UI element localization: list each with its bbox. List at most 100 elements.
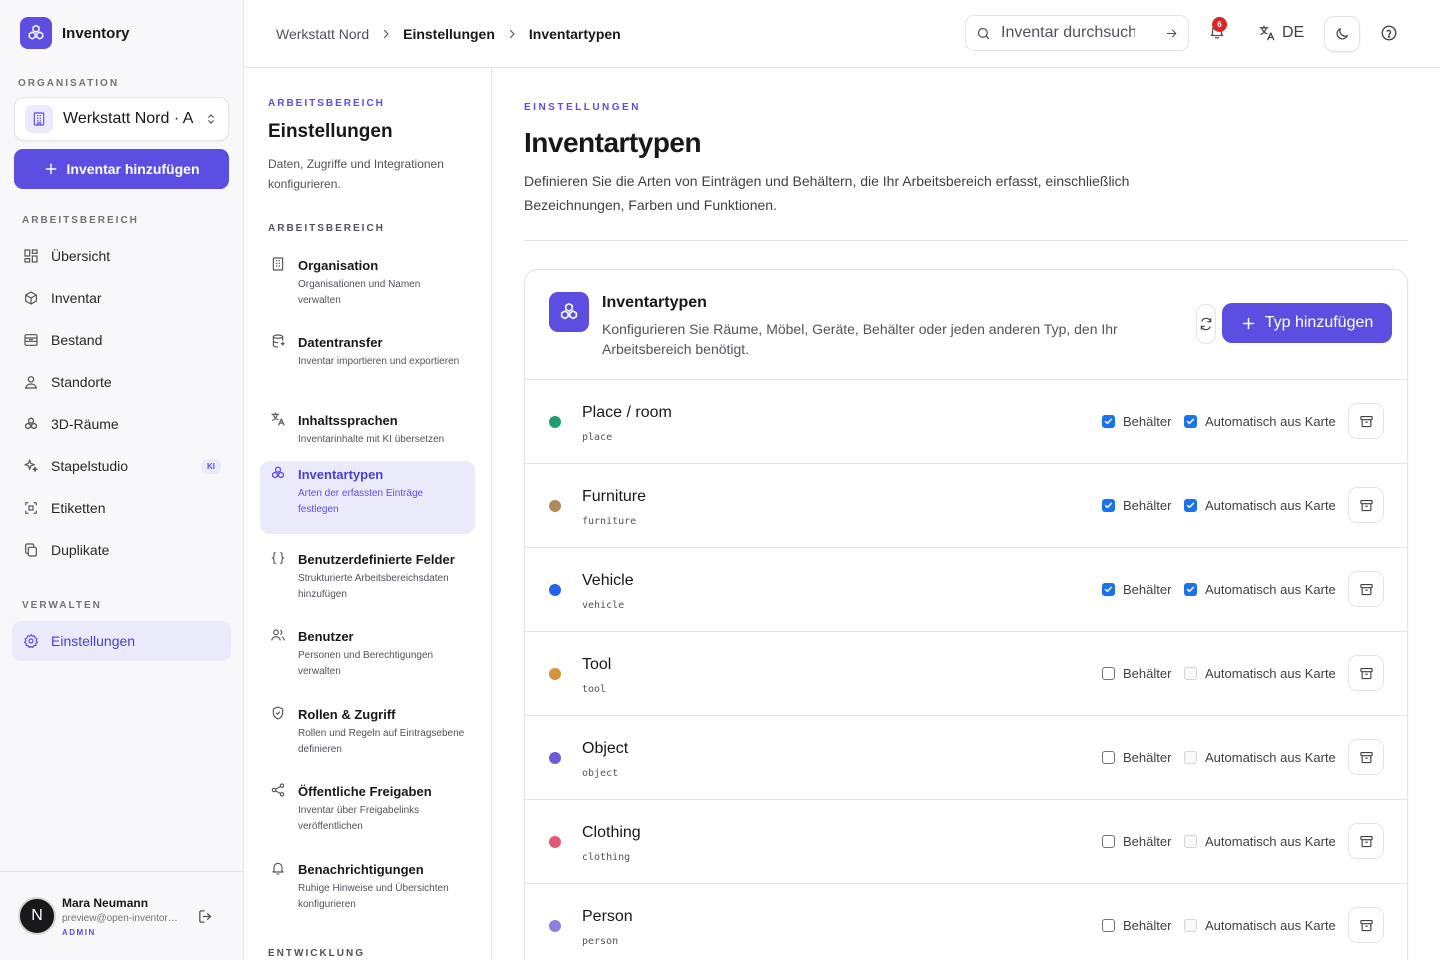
language-switcher[interactable]: DE: [1258, 24, 1304, 42]
logout-icon[interactable]: [197, 908, 214, 925]
auto-from-map-checkbox[interactable]: [1184, 919, 1197, 932]
add-type-button[interactable]: Typ hinzufügen: [1222, 303, 1392, 343]
type-row[interactable]: Tool tool Behälter Automatisch aus Karte: [525, 632, 1407, 716]
sidebar-item-locations[interactable]: Standorte: [12, 362, 231, 402]
archive-icon: [1359, 582, 1374, 597]
type-name[interactable]: Vehicle: [582, 572, 634, 590]
auto-from-map-checkbox[interactable]: [1184, 415, 1197, 428]
refresh-button[interactable]: [1196, 304, 1216, 344]
plus-icon: [44, 162, 58, 176]
type-color-dot: [549, 920, 561, 932]
inventory-types-card: Inventartypen Konfigurieren Sie Räume, M…: [524, 269, 1408, 960]
manage-section-label: VERWALTEN: [22, 600, 102, 611]
building-icon: [270, 256, 286, 272]
auto-from-map-checkbox[interactable]: [1184, 751, 1197, 764]
archive-button[interactable]: [1348, 823, 1384, 859]
breadcrumb-item-settings[interactable]: Einstellungen: [403, 26, 495, 42]
archive-button[interactable]: [1348, 571, 1384, 607]
container-checkbox[interactable]: [1102, 499, 1115, 512]
archive-button[interactable]: [1348, 487, 1384, 523]
breadcrumb: Werkstatt Nord Einstellungen Inventartyp…: [276, 26, 621, 42]
type-row[interactable]: Clothing clothing Behälter Automatisch aus …: [525, 800, 1407, 884]
container-checkbox[interactable]: [1102, 919, 1115, 932]
type-name[interactable]: Person: [582, 908, 633, 926]
sidebar-item-stock[interactable]: Bestand: [12, 320, 231, 360]
sidebar-item-overview[interactable]: Übersicht: [12, 236, 231, 276]
auto-from-map-label: Automatisch aus Karte: [1205, 414, 1336, 429]
settings-item-content-languages[interactable]: Inhaltssprachen Inventarinhalte mit KI ü…: [260, 407, 475, 456]
type-key: person: [582, 936, 619, 947]
grid-icon: [22, 247, 40, 265]
type-row[interactable]: Furniture furniture Behälter Automatisch au…: [525, 464, 1407, 548]
type-name[interactable]: Place / room: [582, 404, 672, 422]
avatar[interactable]: N: [18, 897, 56, 935]
settings-item-title: Rollen & Zugriff: [298, 707, 396, 722]
settings-item-desc: Inventar über Freigabelinks veröffentlic…: [298, 805, 420, 832]
org-name: Werkstatt Nord · Archiv: [63, 110, 193, 127]
sidebar-item-3d-rooms[interactable]: 3D-Räume: [12, 404, 231, 444]
container-checkbox[interactable]: [1102, 415, 1115, 428]
type-row[interactable]: Person person Behälter Automatisch aus Kart…: [525, 884, 1407, 960]
archive-button[interactable]: [1348, 907, 1384, 943]
settings-item-title: Inventartypen: [298, 467, 384, 482]
settings-item-notifications[interactable]: Benachrichtigungen Ruhige Hinweise und Ü…: [260, 856, 475, 921]
sparkles-icon: [22, 457, 40, 475]
workspace-section-label: ARBEITSBEREICH: [22, 215, 139, 226]
settings-item-inventory-types[interactable]: Inventartypen Arten der erfassten Einträ…: [260, 461, 475, 534]
settings-item-desc: Arten der erfassten Einträge festlegen: [298, 488, 424, 515]
sidebar-item-settings[interactable]: Einstellungen: [12, 621, 231, 661]
sidebar-nav: Übersicht Inventar Bestand Standorte 3D-…: [12, 236, 231, 572]
gear-icon: [22, 632, 40, 650]
person-pin-icon: [22, 373, 40, 391]
theme-toggle-button[interactable]: [1324, 16, 1360, 52]
archive-icon: [1359, 414, 1374, 429]
type-row[interactable]: Place / room place Behälter Automatisch aus…: [525, 380, 1407, 464]
settings-item-roles[interactable]: Rollen & Zugriff Rollen und Regeln auf E…: [260, 701, 475, 766]
user-role: ADMIN: [62, 927, 96, 937]
settings-item-organisation[interactable]: Organisation Organisationen und Namen ve…: [260, 252, 475, 317]
card-header: Inventartypen Konfigurieren Sie Räume, M…: [525, 270, 1407, 380]
sidebar-item-batch-studio[interactable]: Stapelstudio KI: [12, 446, 231, 486]
archive-button[interactable]: [1348, 403, 1384, 439]
settings-item-public-shares[interactable]: Öffentliche Freigaben Inventar über Frei…: [260, 778, 475, 843]
archive-button[interactable]: [1348, 655, 1384, 691]
org-select[interactable]: Werkstatt Nord · Archiv: [14, 97, 229, 141]
settings-item-custom-fields[interactable]: Benutzerdefinierte Felder Strukturierte …: [260, 546, 475, 611]
sidebar-item-duplicates[interactable]: Duplikate: [12, 530, 231, 570]
type-row[interactable]: Object object Behälter Automatisch aus Kart…: [525, 716, 1407, 800]
search-input[interactable]: [1001, 24, 1135, 42]
type-row[interactable]: Vehicle vehicle Behälter Automatisch aus Ka…: [525, 548, 1407, 632]
add-inventory-button[interactable]: Inventar hinzufügen: [14, 149, 229, 189]
container-checkbox[interactable]: [1102, 835, 1115, 848]
sidebar-item-labels[interactable]: Etiketten: [12, 488, 231, 528]
auto-from-map-checkbox[interactable]: [1184, 499, 1197, 512]
moon-icon: [1334, 26, 1350, 42]
type-name[interactable]: Tool: [582, 656, 611, 674]
type-name[interactable]: Furniture: [582, 488, 646, 506]
sidebar-item-inventory[interactable]: Inventar: [12, 278, 231, 318]
auto-from-map-checkbox[interactable]: [1184, 835, 1197, 848]
brand[interactable]: Inventory: [20, 17, 130, 49]
container-checkbox[interactable]: [1102, 583, 1115, 596]
auto-from-map-checkbox[interactable]: [1184, 583, 1197, 596]
auto-from-map-checkbox[interactable]: [1184, 667, 1197, 680]
settings-item-title: Benutzerdefinierte Felder: [298, 552, 455, 567]
auto-from-map-label: Automatisch aus Karte: [1205, 834, 1336, 849]
sidebar-item-label: Bestand: [51, 332, 103, 348]
settings-eyebrow: ARBEITSBEREICH: [268, 98, 385, 109]
search-icon: [976, 26, 991, 41]
breadcrumb-item-workspace[interactable]: Werkstatt Nord: [276, 26, 369, 42]
settings-item-title: Öffentliche Freigaben: [298, 784, 432, 799]
settings-item-data-transfer[interactable]: Datentransfer Inventar importieren und e…: [260, 329, 475, 378]
settings-item-title: Inhaltssprachen: [298, 413, 398, 428]
settings-item-users[interactable]: Benutzer Personen und Berechtigungen ver…: [260, 623, 475, 688]
archive-button[interactable]: [1348, 739, 1384, 775]
arrow-right-icon[interactable]: [1165, 27, 1178, 40]
braces-icon: [270, 550, 286, 566]
type-name[interactable]: Clothing: [582, 824, 641, 842]
container-checkbox[interactable]: [1102, 751, 1115, 764]
container-checkbox[interactable]: [1102, 667, 1115, 680]
type-name[interactable]: Object: [582, 740, 628, 758]
settings-item-title: Datentransfer: [298, 335, 383, 350]
help-icon[interactable]: [1380, 24, 1398, 42]
